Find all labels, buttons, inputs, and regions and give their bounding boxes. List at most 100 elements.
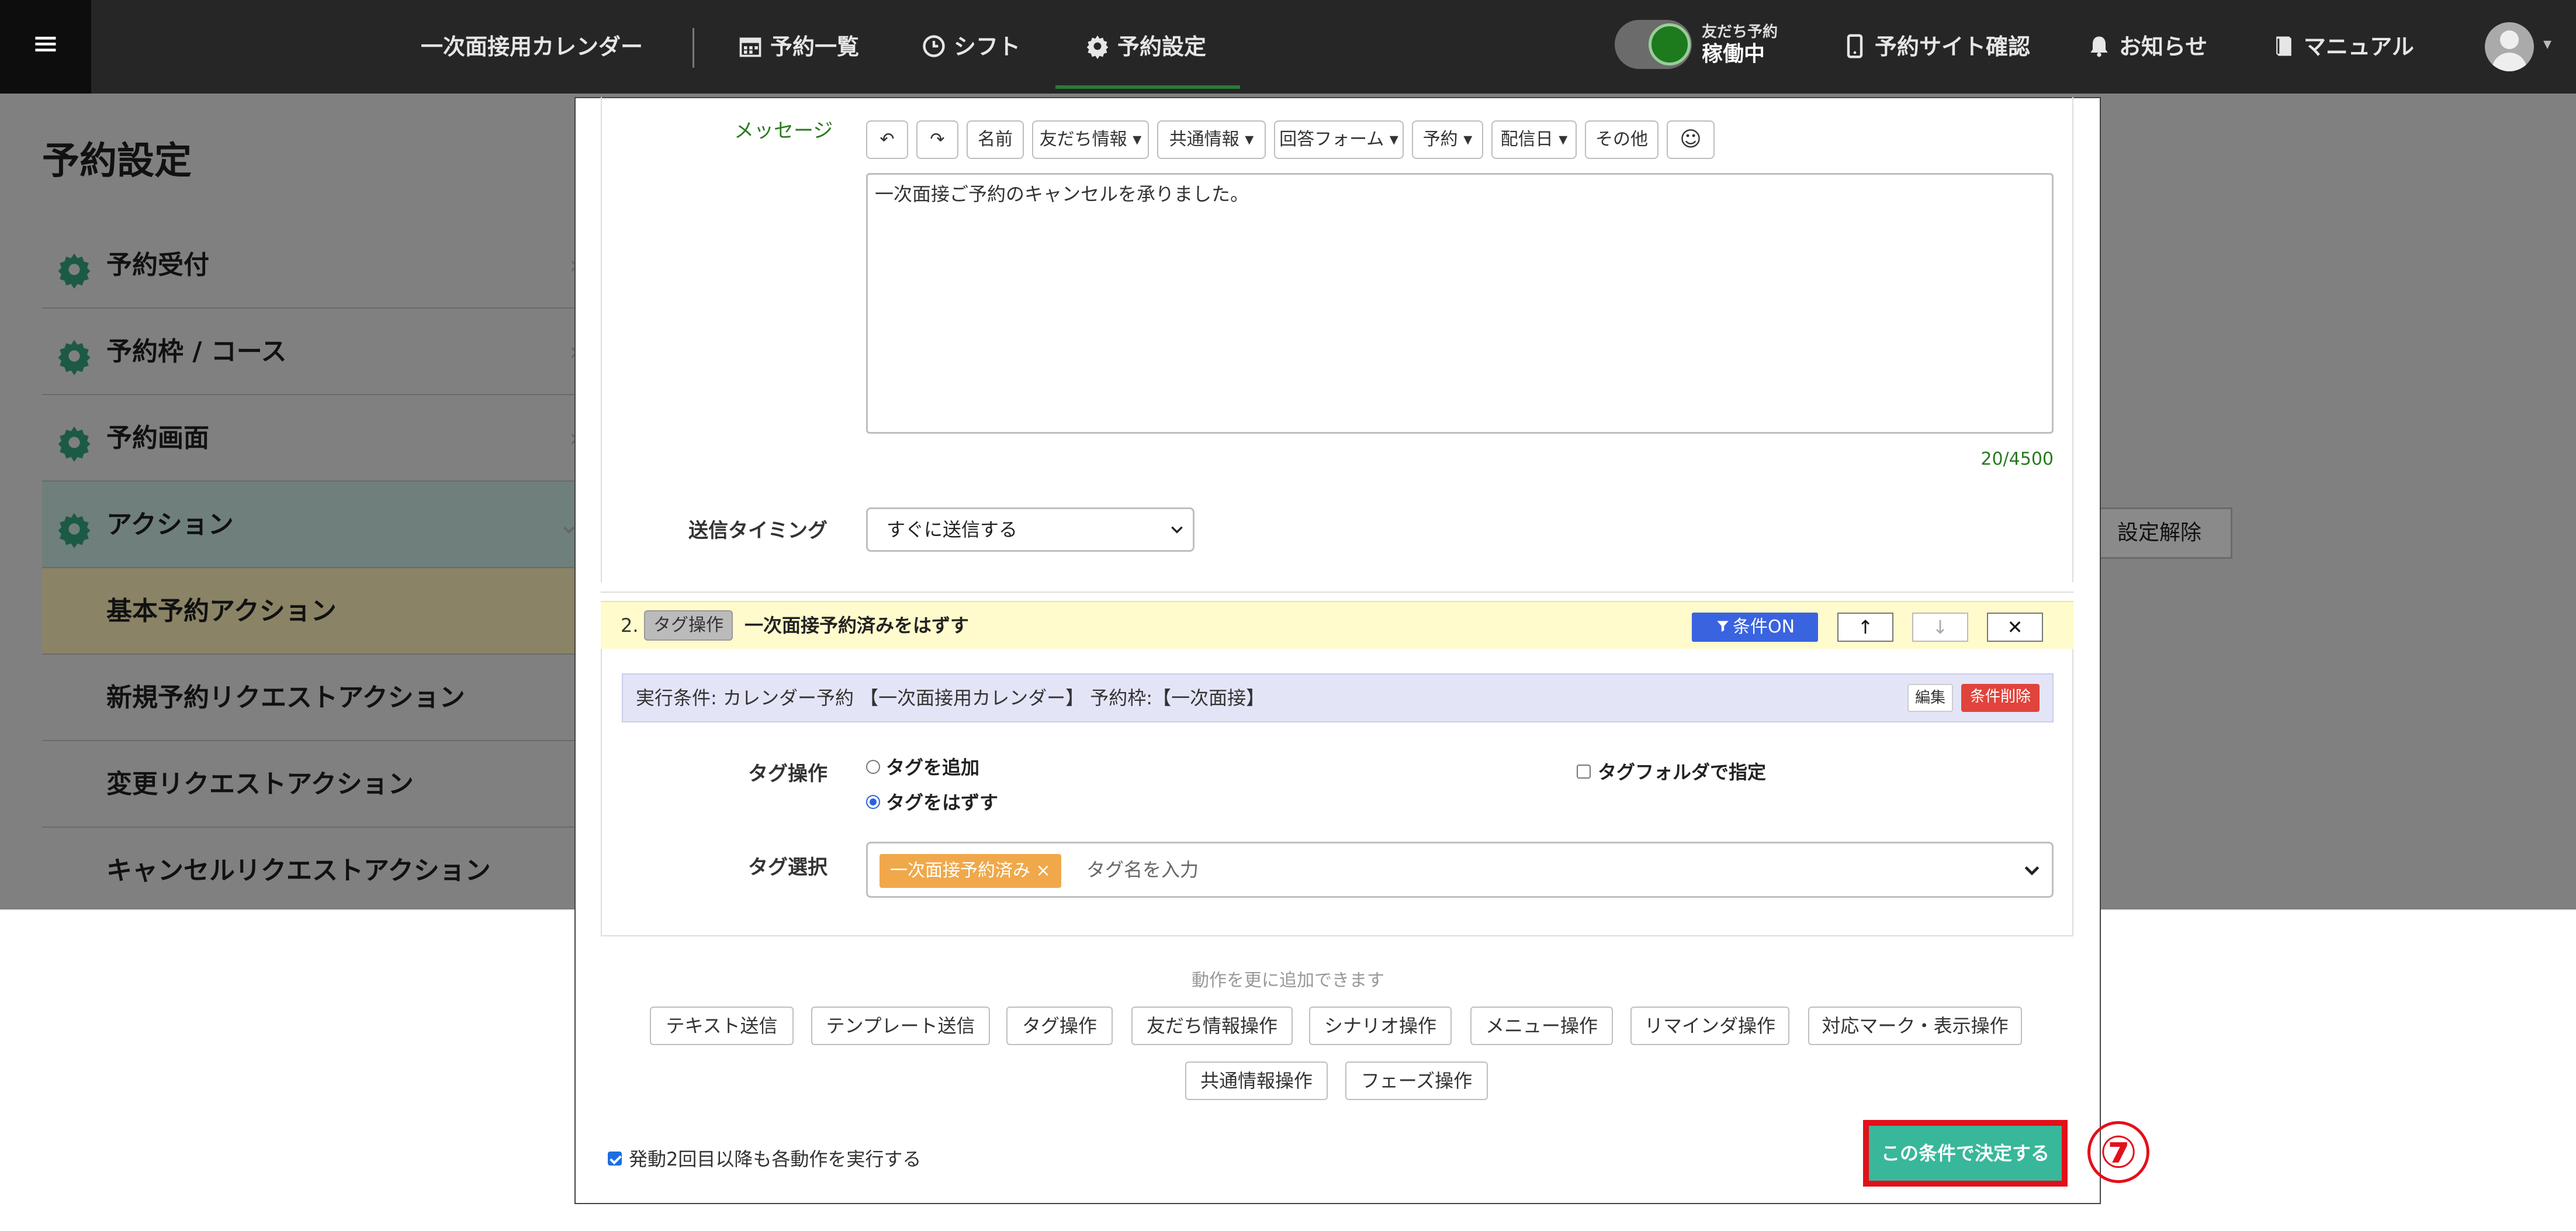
reservation-dropdown[interactable]: 予約 ▾: [1412, 120, 1483, 159]
radio-label: タグを追加: [886, 756, 980, 779]
action-border-bottom: [601, 935, 2073, 936]
name-insert-button[interactable]: 名前: [967, 120, 1024, 159]
nav-divider: [693, 28, 694, 68]
nav-reservation-list[interactable]: 予約一覧: [738, 0, 859, 94]
sidebar-sub-new-request[interactable]: 新規予約リクエストアクション: [42, 655, 586, 741]
sidebar-item-label: 予約受付: [106, 250, 209, 280]
calendar-name[interactable]: 一次面接用カレンダー: [421, 0, 643, 94]
notice-label: お知らせ: [2119, 34, 2208, 60]
nav-reservation-settings[interactable]: 予約設定: [1085, 0, 1206, 94]
add-mark-display-op-button[interactable]: 対応マーク・表示操作: [1808, 1007, 2022, 1045]
sidebar-item-screen[interactable]: 予約画面 ›: [42, 395, 586, 482]
delivery-date-dropdown[interactable]: 配信日 ▾: [1491, 120, 1577, 159]
chevron-down-icon[interactable]: [2023, 861, 2041, 880]
tag-select-input[interactable]: 一次面接予約済み × タグ名を入力: [866, 842, 2054, 898]
delete-condition-button[interactable]: 条件削除: [1961, 684, 2040, 712]
page-title: 予約設定: [42, 140, 192, 183]
redo-button[interactable]: ↷: [916, 120, 958, 159]
add-tag-op-button[interactable]: タグ操作: [1006, 1007, 1113, 1045]
action-number: 2.: [621, 614, 639, 637]
toggle-label: 友だち予約 稼働中: [1702, 21, 1778, 65]
sidebar-sub-label: キャンセルリクエストアクション: [106, 856, 491, 886]
site-check-label: 予約サイト確認: [1875, 34, 2031, 60]
add-shared-info-op-button[interactable]: 共通情報操作: [1185, 1061, 1328, 1100]
notice-link[interactable]: お知らせ: [2086, 0, 2207, 94]
friend-reservation-toggle[interactable]: [1615, 20, 1692, 69]
add-friend-info-op-button[interactable]: 友だち情報操作: [1131, 1007, 1293, 1045]
nav-label: シフト: [954, 34, 1021, 60]
checkbox: [1577, 765, 1591, 779]
timing-label: 送信タイミング: [688, 519, 827, 542]
action-title: 一次面接予約済みをはずす: [745, 614, 970, 637]
setting-clear-button[interactable]: 設定解除: [2086, 507, 2232, 559]
add-phase-op-button[interactable]: フェーズ操作: [1345, 1061, 1488, 1100]
gear-icon: [58, 513, 91, 548]
smartphone-icon: [1847, 33, 1863, 58]
move-up-button[interactable]: ↑: [1837, 613, 1893, 642]
checkbox-label: タグフォルダで指定: [1598, 761, 1767, 783]
undo-button[interactable]: ↶: [866, 120, 908, 159]
submit-condition-button[interactable]: この条件で決定する: [1869, 1126, 2062, 1181]
section-border-right: [2072, 97, 2073, 582]
shared-info-dropdown[interactable]: 共通情報 ▾: [1157, 120, 1266, 159]
sidebar-sub-cancel-request[interactable]: キャンセルリクエストアクション: [42, 828, 586, 914]
sidebar-sub-label: 新規予約リクエストアクション: [106, 683, 465, 713]
sidebar-item-slots[interactable]: 予約枠 / コース ›: [42, 309, 586, 395]
other-button[interactable]: その他: [1585, 120, 1659, 159]
tag-input-placeholder[interactable]: タグ名を入力: [1086, 843, 1199, 896]
calendar-icon: [739, 37, 761, 57]
hamburger-icon[interactable]: ≡: [0, 0, 91, 94]
radio-circle: [866, 760, 880, 774]
action-type-badge: タグ操作: [644, 610, 733, 641]
gear-icon: [58, 253, 91, 289]
emoji-icon[interactable]: ☺: [1667, 120, 1715, 159]
tag-op-label: タグ操作: [748, 762, 827, 786]
add-scenario-op-button[interactable]: シナリオ操作: [1309, 1007, 1452, 1045]
add-template-send-button[interactable]: テンプレート送信: [811, 1007, 990, 1045]
add-text-send-button[interactable]: テキスト送信: [650, 1007, 794, 1045]
sidebar-item-reception[interactable]: 予約受付 ›: [42, 222, 586, 309]
manual-label: マニュアル: [2304, 34, 2414, 60]
radio-circle-selected: [866, 795, 880, 809]
sidebar-sub-basic[interactable]: 基本予約アクション: [42, 568, 586, 655]
section-border-left: [601, 97, 602, 582]
friend-info-dropdown[interactable]: 友だち情報 ▾: [1032, 120, 1149, 159]
section-divider: [601, 592, 2073, 593]
nav-shift[interactable]: シフト: [921, 0, 1020, 94]
nav-active-indicator: [1055, 85, 1240, 89]
nav-label: 予約設定: [1117, 34, 1207, 60]
timing-value: すぐに送信する: [887, 518, 1018, 541]
add-reminder-op-button[interactable]: リマインダ操作: [1630, 1007, 1789, 1045]
user-avatar[interactable]: [2485, 22, 2534, 71]
toggle-label-status: 稼働中: [1702, 42, 1765, 66]
remove-action-button[interactable]: ✕: [1987, 613, 2043, 642]
sidebar-sub-label: 基本予約アクション: [106, 596, 337, 626]
char-counter: 20/4500: [1981, 449, 2054, 469]
add-menu-op-button[interactable]: メニュー操作: [1470, 1007, 1613, 1045]
site-check-link[interactable]: 予約サイト確認: [1842, 0, 2030, 94]
manual-link[interactable]: マニュアル: [2271, 0, 2414, 94]
condition-on-button[interactable]: 条件ON: [1692, 613, 1818, 642]
repeat-actions-checkbox[interactable]: 発動2回目以降も各動作を実行する: [608, 1144, 921, 1171]
gear-icon: [1086, 35, 1109, 59]
tag-folder-checkbox[interactable]: タグフォルダで指定: [1577, 758, 1766, 784]
answer-form-dropdown[interactable]: 回答フォーム ▾: [1274, 120, 1404, 159]
condition-on-label: 条件ON: [1732, 617, 1795, 637]
move-down-button[interactable]: ↓: [1912, 613, 1968, 642]
more-actions-hint: 動作を更に追加できます: [1192, 970, 1384, 991]
chevron-down-icon: [1171, 526, 1183, 534]
gear-icon: [58, 340, 91, 375]
radio-add-tag[interactable]: タグを追加: [866, 753, 979, 780]
filter-icon: [1717, 620, 1729, 632]
sidebar-sub-label: 変更リクエストアクション: [106, 769, 414, 799]
radio-remove-tag[interactable]: タグをはずす: [866, 788, 998, 815]
timing-select[interactable]: すぐに送信する: [866, 507, 1194, 552]
bell-icon: [2090, 36, 2108, 57]
edit-condition-button[interactable]: 編集: [1907, 684, 1953, 712]
gear-icon: [58, 426, 91, 462]
message-textarea[interactable]: 一次面接ご予約のキャンセルを承りました。: [866, 173, 2054, 434]
sidebar-sub-change-request[interactable]: 変更リクエストアクション: [42, 741, 586, 828]
chevron-down-icon[interactable]: ▾: [2543, 34, 2551, 53]
sidebar-item-action[interactable]: アクション ⌄: [42, 482, 586, 568]
selected-tag-chip[interactable]: 一次面接予約済み ×: [880, 854, 1061, 888]
